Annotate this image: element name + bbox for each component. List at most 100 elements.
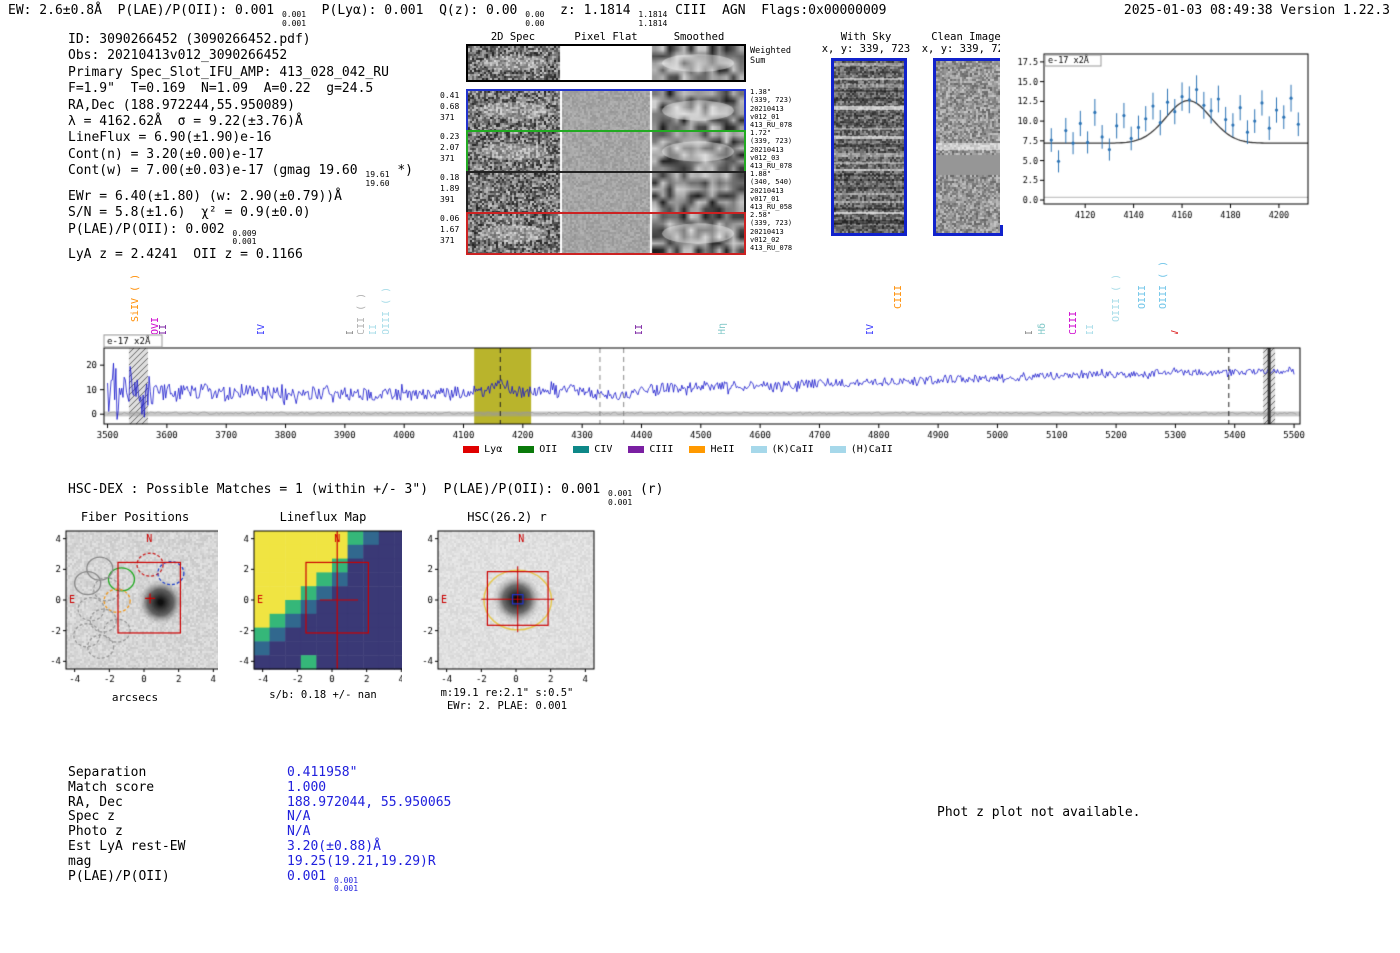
legend-label: Lyα <box>484 444 503 455</box>
match-field-label: Match score <box>68 779 155 795</box>
emission-line-label: OVI <box>149 316 161 335</box>
info-text: Cont(w) = 7.00(±0.03)e-17 (gmag 19.60 <box>68 163 366 179</box>
info-line: S/N = 5.8(±1.6) χ² = 0.9(±0.0) <box>68 205 413 221</box>
match-field-value: 0.411958" <box>287 765 358 780</box>
spec2d-row-image <box>466 212 746 255</box>
uncertainty-lo: 0.00 <box>525 18 545 28</box>
legend-swatch <box>829 446 846 453</box>
info-line: Cont(w) = 7.00(±0.03)e-17 (gmag 19.60 19… <box>68 163 413 189</box>
hsc-caption-2: EWr: 2. PLAE: 0.001 <box>446 700 568 712</box>
match-field-label: Spec z <box>68 809 115 825</box>
info-line: Cont(n) = 3.20(±0.00)e-17 <box>68 147 413 163</box>
legend-label: (H)CaII <box>850 444 893 455</box>
spec2d-row-image <box>466 171 746 214</box>
withsky-coords: x, y: 339, 723 <box>821 43 911 55</box>
uncertainty-lo: 0.001 <box>232 237 257 247</box>
match-row: mag 19.25(19.21,19.29)R <box>68 853 451 870</box>
emission-line-label: CIII <box>1068 310 1080 335</box>
match-field-label: Est LyA rest-EW <box>68 838 186 854</box>
spec2d-row-stats: 0.18 1.89 391 <box>440 173 460 204</box>
legend-item: HeII <box>689 444 735 455</box>
emission-line-label: OIII ( ) <box>1158 260 1170 309</box>
spec2d-col-title: Pixel Flat <box>574 31 638 43</box>
info-line: EWr = 6.40(±1.80) (w: 2.90(±0.79))Å <box>68 189 413 205</box>
fiber-positions-plot <box>30 527 240 689</box>
spec2d-col-title: 2D Spec <box>490 31 536 43</box>
match-row: P(LAE)/P(OII) 0.001 0.001 0.001 <box>68 868 451 895</box>
elixer-report-page: EW: 2.6±0.8Å P(LAE)/P(OII): 0.001 0.001 0… <box>0 0 1400 953</box>
match-field-value: 188.972044, 55.950065 <box>287 794 452 810</box>
legend-item: OII <box>518 444 557 455</box>
match-field-value: N/A <box>287 824 311 840</box>
spectrum-plot <box>58 334 1313 442</box>
legend-label: CIV <box>594 444 613 455</box>
info-line: RA,Dec (188.972244,55.950089) <box>68 98 413 114</box>
legend-item: CIV <box>573 444 612 455</box>
hscdex-uncertainty: 0.001 0.001 <box>608 489 633 508</box>
info-line: Primary Spec_Slot_IFU_AMP: 413_028_042_R… <box>68 65 413 81</box>
legend-item: (H)CaII <box>829 444 893 455</box>
emission-line-label: OIII ( ) <box>381 286 393 335</box>
spectrum-legend: Lyα OII CIV CIII HeII (K)CaII (H)CaII <box>0 444 1356 455</box>
emission-line-label: OIII ( ) <box>1111 273 1123 322</box>
info-text: S/N = 5.8(±1.6) χ² = 0.9(±0.0) <box>68 205 311 221</box>
match-field-label: Photo z <box>68 824 123 840</box>
header-uncertainty: 0.00 0.00 <box>525 10 545 29</box>
info-line: Obs: 20210413v012_3090266452 <box>68 48 413 64</box>
legend-label: CIII <box>649 444 674 455</box>
info-line: λ = 4162.62Å σ = 9.22(±3.76)Å <box>68 114 413 130</box>
uncertainty-lo: 19.60 <box>365 179 390 189</box>
match-field-value: 1.000 <box>287 779 327 795</box>
emission-line-label: CIII <box>892 284 904 309</box>
spec2d-row-annotation: 2.58" (339, 723) 20210413 v012_02 413_RU_078 <box>750 211 793 252</box>
spec2d-row-annotation: 1.72" (339, 723) 20210413 v012_03 413_RU_078 <box>750 129 793 170</box>
info-text: LineFlux = 6.90(±1.90)e-16 <box>68 130 272 146</box>
match-row: RA, Dec 188.972044, 55.950065 <box>68 794 452 811</box>
match-field-value: 0.001 <box>287 868 334 884</box>
match-field-label: Separation <box>68 765 147 780</box>
legend-swatch <box>689 446 706 453</box>
header-text: P(Lyα): 0.001 Q(z): 0.00 <box>306 3 526 18</box>
match-field-label: RA, Dec <box>68 794 123 810</box>
spec2d-row-image <box>466 89 746 132</box>
uncertainty-lo: 0.001 <box>608 497 633 507</box>
legend-item: Lyα <box>463 444 502 455</box>
info-text: ID: 3090266452 (3090266452.pdf) <box>68 32 311 47</box>
spec2d-row-annotation: 1.38" (339, 723) 20210413 v012_01 413_RU_078 <box>750 88 793 129</box>
photz-note: Phot z plot not available. <box>937 805 1141 820</box>
match-row: Photo z N/A <box>68 824 451 840</box>
spec2d-row-stats: 0.23 2.07 371 <box>440 132 460 163</box>
spec2d-row-annotation: 1.88" (340, 540) 20210413 v017_01 413_RU_058 <box>750 170 793 211</box>
legend-item: (K)CaII <box>750 444 814 455</box>
legend-item: CIII <box>628 444 673 455</box>
info-text: P(LAE)/P(OII): 0.002 <box>68 221 233 237</box>
match-field-value: 19.25(19.21,19.29)R <box>287 853 436 869</box>
lineflux-caption: s/b: 0.18 +/- nan <box>269 689 377 701</box>
hscdex-text: HSC-DEX : Possible Matches = 1 (within +… <box>68 482 609 497</box>
info-text: RA,Dec (188.972244,55.950089) <box>68 97 295 113</box>
spec2d-row-stats: 0.41 0.68 371 <box>440 91 460 122</box>
info-text: Cont(n) = 3.20(±0.00)e-17 <box>68 146 264 162</box>
info-text: EWr = 6.40(±1.80) (w: 2.90(±0.79))Å <box>68 188 342 204</box>
uncertainty-lo: 1.1814 <box>638 18 668 28</box>
info-line: F=1.9" T=0.169 N=1.09 A=0.22 g=24.5 <box>68 81 413 97</box>
legend-label: (K)CaII <box>771 444 814 455</box>
match-field-value: 3.20(±0.88)Å <box>287 838 381 854</box>
header-text: z: 1.1814 <box>544 3 639 18</box>
info-text: Primary Spec_Slot_IFU_AMP: 413_028_042_R… <box>68 64 389 80</box>
info-line: ID: 3090266452 (3090266452.pdf) <box>68 32 413 48</box>
match-value-uncertainty: 0.001 0.001 <box>334 876 358 895</box>
hscdex-header: HSC-DEX : Possible Matches = 1 (within +… <box>68 482 663 508</box>
withsky-image <box>831 58 907 236</box>
fiber-xaxis-label: arcsecs <box>111 691 159 704</box>
legend-swatch <box>628 446 645 453</box>
spec2d-row-image <box>466 44 746 82</box>
line-fit-plot <box>1000 40 1330 225</box>
match-field-label: mag <box>68 853 92 869</box>
info-text: F=1.9" T=0.169 N=1.09 A=0.22 g=24.5 <box>68 81 374 97</box>
info-line: P(LAE)/P(OII): 0.002 0.009 0.001 <box>68 222 413 248</box>
clean-image <box>933 58 1003 236</box>
lineflux-map-plot <box>218 527 428 689</box>
header-uncertainty: 1.1814 1.1814 <box>638 10 668 29</box>
match-field-value: N/A <box>287 809 311 825</box>
